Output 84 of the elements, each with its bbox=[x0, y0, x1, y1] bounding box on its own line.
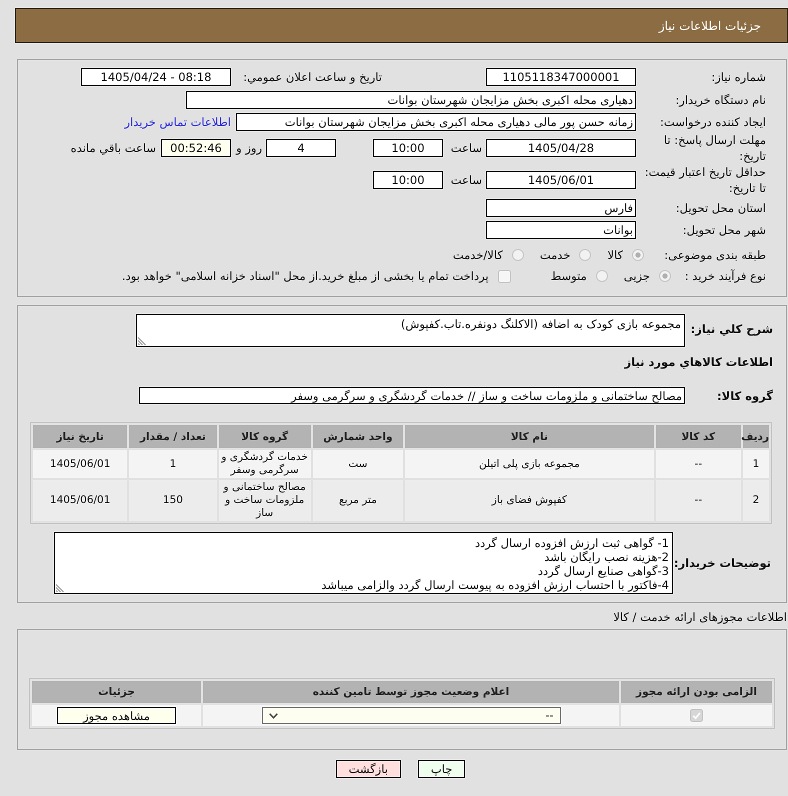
field-label: نام دستگاه خریدار: bbox=[675, 93, 766, 107]
buyer-field[interactable]: دهیاری محله اکبری بخش مزایجان شهرستان بوانات bbox=[186, 91, 636, 109]
days-field[interactable]: 4 bbox=[266, 139, 336, 157]
checkbox[interactable] bbox=[690, 709, 703, 722]
column-header: جزئیات bbox=[32, 681, 201, 703]
column-header: واحد شمارش bbox=[312, 425, 404, 448]
field-label: تاریخ و ساعت اعلان عمومي: bbox=[243, 70, 382, 84]
need-number-field[interactable]: 1105118347000001 bbox=[486, 68, 636, 86]
field-label: حداقل تاریخ اعتبار قیمت: تا تاریخ: bbox=[644, 165, 766, 195]
option-label: متوسط bbox=[550, 269, 587, 283]
table-cell: -- bbox=[656, 480, 741, 521]
time-label: ساعت bbox=[450, 141, 482, 155]
field-label: ایجاد کننده درخواست: bbox=[660, 115, 766, 129]
radio-button[interactable] bbox=[659, 270, 671, 282]
note-line: 4-فاکتور با احتساب ارزش افزوده به پیوست ارسال گردد والزامی میباشد bbox=[321, 578, 669, 592]
resize-handle-icon[interactable] bbox=[138, 337, 146, 345]
note-line: 3-گواهی صنایع ارسال گردد bbox=[538, 564, 669, 578]
time-label: ساعت bbox=[450, 173, 482, 187]
option-label: کالا bbox=[607, 248, 623, 262]
option-label: خدمت bbox=[540, 248, 570, 262]
chevron-down-icon bbox=[268, 712, 278, 718]
description-box[interactable]: مجموعه بازی کودک به اضافه (الاکلنگ دونفره.تاب.کفپوش) bbox=[136, 314, 685, 347]
table-cell: ست bbox=[312, 450, 404, 478]
table-cell: -- bbox=[656, 450, 741, 478]
table-cell: 1 bbox=[742, 450, 769, 478]
page-title: جزئیات اطلاعات نیاز bbox=[658, 18, 761, 32]
date-field[interactable]: 1405/04/28 bbox=[486, 139, 636, 157]
table-cell: کفپوش فضای باز bbox=[405, 480, 654, 521]
field-label: مهلت ارسال پاسخ: تا تاریخ: bbox=[664, 133, 766, 163]
column-header: نام کالا bbox=[405, 425, 654, 448]
column-header: کد کالا bbox=[656, 425, 741, 448]
table-cell: 1405/06/01 bbox=[33, 480, 128, 521]
checkbox-label: پرداخت تمام یا بخشی از مبلغ خرید.از محل "اسناد خزانه اسلامی" خواهد بود. bbox=[122, 269, 489, 283]
column-header: الزامی بودن ارائه مجوز bbox=[621, 681, 772, 703]
print-button[interactable]: چاپ bbox=[418, 760, 466, 778]
resize-handle-icon[interactable] bbox=[56, 584, 64, 592]
radio-button[interactable] bbox=[512, 249, 524, 261]
option-label: جزیی bbox=[624, 269, 650, 283]
days-label: روز و bbox=[236, 141, 262, 155]
table-cell: 1405/06/01 bbox=[33, 450, 128, 478]
table-cell: 2 bbox=[742, 480, 769, 521]
city-field[interactable]: بوانات bbox=[486, 221, 636, 239]
option-label: کالا/خدمت bbox=[452, 248, 503, 262]
table-cell: متر مربع bbox=[312, 480, 404, 521]
column-header: گروه کالا bbox=[218, 425, 311, 448]
contact-link[interactable]: اطلاعات تماس خریدار bbox=[124, 115, 231, 129]
view-permit-button[interactable]: مشاهده مجوز bbox=[57, 707, 176, 724]
notes-box[interactable]: 1- گواهی ثبت ارزش افزوده ارسال گردد 2-هزینه نصب رایگان باشد 3-گواهی صنایع ارسال گردد 4-فاکتور با احتساب ارزش افزوده به پیوست ارسال گردد والزامی میباشد bbox=[54, 532, 673, 594]
column-header: اعلام وضعیت مجوز توسط تامین کننده bbox=[203, 681, 619, 703]
column-header: تاریخ نیاز bbox=[33, 425, 128, 448]
time-field[interactable]: 10:00 bbox=[373, 171, 443, 189]
field-label: توضیحات خریدار: bbox=[674, 556, 771, 570]
column-header: ردیف bbox=[742, 425, 769, 448]
radio-button[interactable] bbox=[632, 249, 644, 261]
field-label: شهر محل تحویل: bbox=[682, 223, 766, 237]
field-label: شرح کلي نیاز: bbox=[690, 322, 773, 336]
date-field[interactable]: 1405/06/01 bbox=[486, 171, 636, 189]
table-cell: خدمات گردشگری و سرگرمی وسفر bbox=[218, 450, 311, 478]
province-field[interactable]: فارس bbox=[486, 199, 636, 217]
status-select[interactable]: -- bbox=[262, 707, 560, 724]
announcement-field[interactable]: 1405/04/24 - 08:18 bbox=[81, 68, 231, 86]
field-label: نوع فرآیند خرید : bbox=[684, 269, 766, 283]
radio-button[interactable] bbox=[579, 249, 592, 261]
table-cell: مصالح ساختمانی و ملزومات ساخت و ساز bbox=[218, 480, 311, 521]
table-cell: 1 bbox=[129, 450, 217, 478]
field-label: استان محل تحویل: bbox=[676, 201, 766, 215]
field-label: طبقه بندی موضوعی: bbox=[664, 248, 766, 262]
remaining-label: ساعت باقي مانده bbox=[70, 141, 156, 155]
table-cell: 150 bbox=[129, 480, 217, 521]
note-line: 2-هزینه نصب رایگان باشد bbox=[544, 550, 669, 564]
section-title: اطلاعات مجوزهای ارائه خدمت / کالا bbox=[613, 609, 787, 625]
section-title: اطلاعات کالاهاي مورد نیاز bbox=[624, 354, 773, 370]
time-field[interactable]: 10:00 bbox=[373, 139, 443, 157]
column-header: تعداد / مقدار bbox=[129, 425, 217, 448]
countdown-field[interactable]: 00:52:46 bbox=[161, 139, 231, 157]
product-group-field[interactable]: مصالح ساختمانی و ملزومات ساخت و ساز // خدمات گردشگری و سرگرمی وسفر bbox=[139, 387, 685, 404]
note-line: 1- گواهی ثبت ارزش افزوده ارسال گردد bbox=[474, 536, 669, 550]
requester-field[interactable]: زمانه حسن پور مالی دهیاری محله اکبری بخش مزایجان شهرستان بوانات bbox=[236, 113, 636, 131]
checkbox[interactable] bbox=[498, 270, 511, 282]
back-button[interactable]: بازگشت bbox=[336, 760, 401, 778]
table-cell: مجموعه بازی پلی اتیلن bbox=[405, 450, 654, 478]
field-label: گروه کالا: bbox=[717, 388, 773, 402]
field-label: شماره نیاز: bbox=[711, 70, 766, 84]
radio-button[interactable] bbox=[596, 270, 608, 282]
